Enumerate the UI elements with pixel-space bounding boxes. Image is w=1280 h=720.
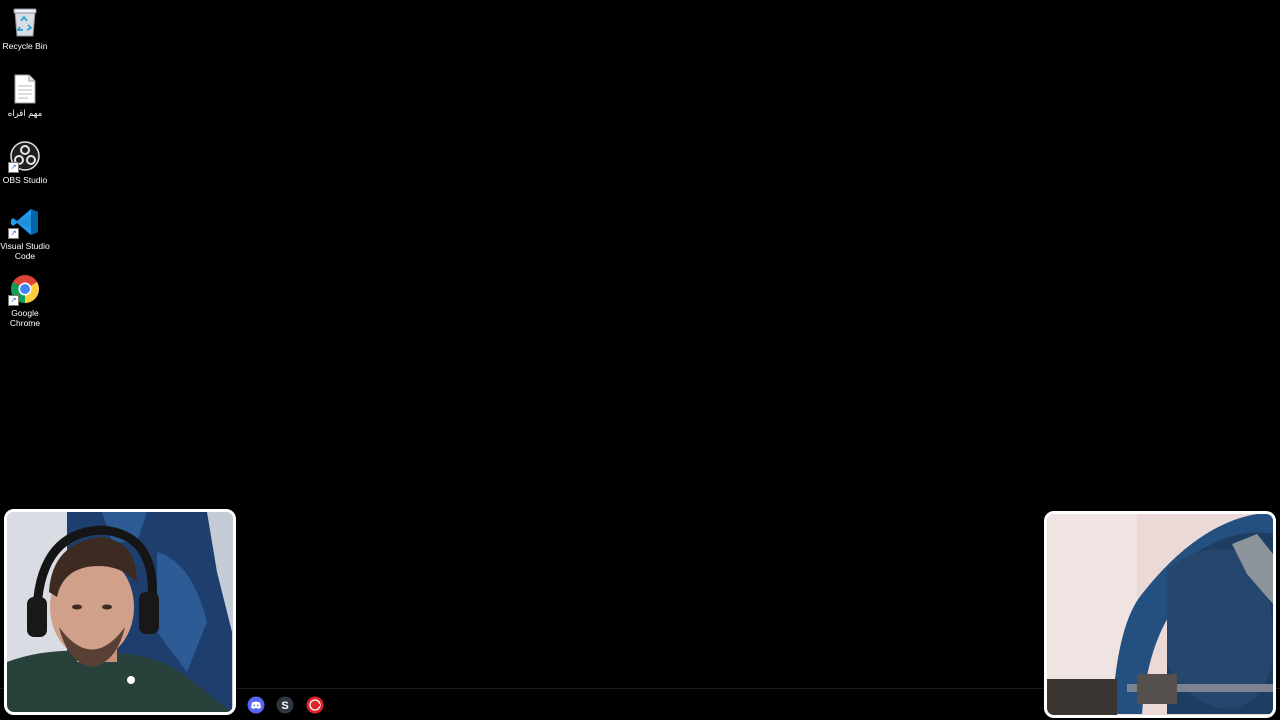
text-document-icon <box>9 73 41 105</box>
desktop-icon-chrome[interactable]: ↗ Google Chrome <box>0 273 50 328</box>
obs-studio-icon: ↗ <box>8 140 41 173</box>
webcam-overlay-left <box>4 509 236 715</box>
taskbar-app-discord[interactable] <box>247 696 265 714</box>
desktop-icon-label: OBS Studio <box>2 175 48 185</box>
red-app-icon <box>306 696 324 714</box>
recycle-bin-icon <box>9 6 41 38</box>
desktop-icon-obs-studio[interactable]: ↗ OBS Studio <box>0 140 50 185</box>
discord-icon <box>247 696 265 714</box>
desktop: Recycle Bin مهم اقراه ↗ OBS Studio ↗ Vis… <box>0 0 1280 720</box>
taskbar-app-red[interactable] <box>306 696 324 714</box>
vscode-icon: ↗ <box>8 206 41 239</box>
shortcut-arrow-icon: ↗ <box>8 162 19 173</box>
webcam-person-feed <box>7 512 233 712</box>
chrome-icon: ↗ <box>8 273 41 306</box>
desktop-icon-label: Recycle Bin <box>2 41 48 51</box>
webcam-chair-feed <box>1047 514 1273 715</box>
shortcut-arrow-icon: ↗ <box>8 295 19 306</box>
svg-text:S: S <box>281 700 288 712</box>
desktop-icon-vscode[interactable]: ↗ Visual Studio Code <box>0 206 50 261</box>
taskbar-app-steam[interactable]: S <box>276 696 294 714</box>
desktop-icon-label: Visual Studio Code <box>0 241 50 261</box>
webcam-overlay-right <box>1044 511 1276 718</box>
desktop-icon-label: مهم اقراه <box>7 108 43 118</box>
desktop-icon-recycle-bin[interactable]: Recycle Bin <box>0 6 50 51</box>
steam-s-icon: S <box>276 696 294 714</box>
desktop-icon-label: Google Chrome <box>9 308 41 328</box>
shortcut-arrow-icon: ↗ <box>8 228 19 239</box>
desktop-icon-text-document[interactable]: مهم اقراه <box>0 73 50 118</box>
